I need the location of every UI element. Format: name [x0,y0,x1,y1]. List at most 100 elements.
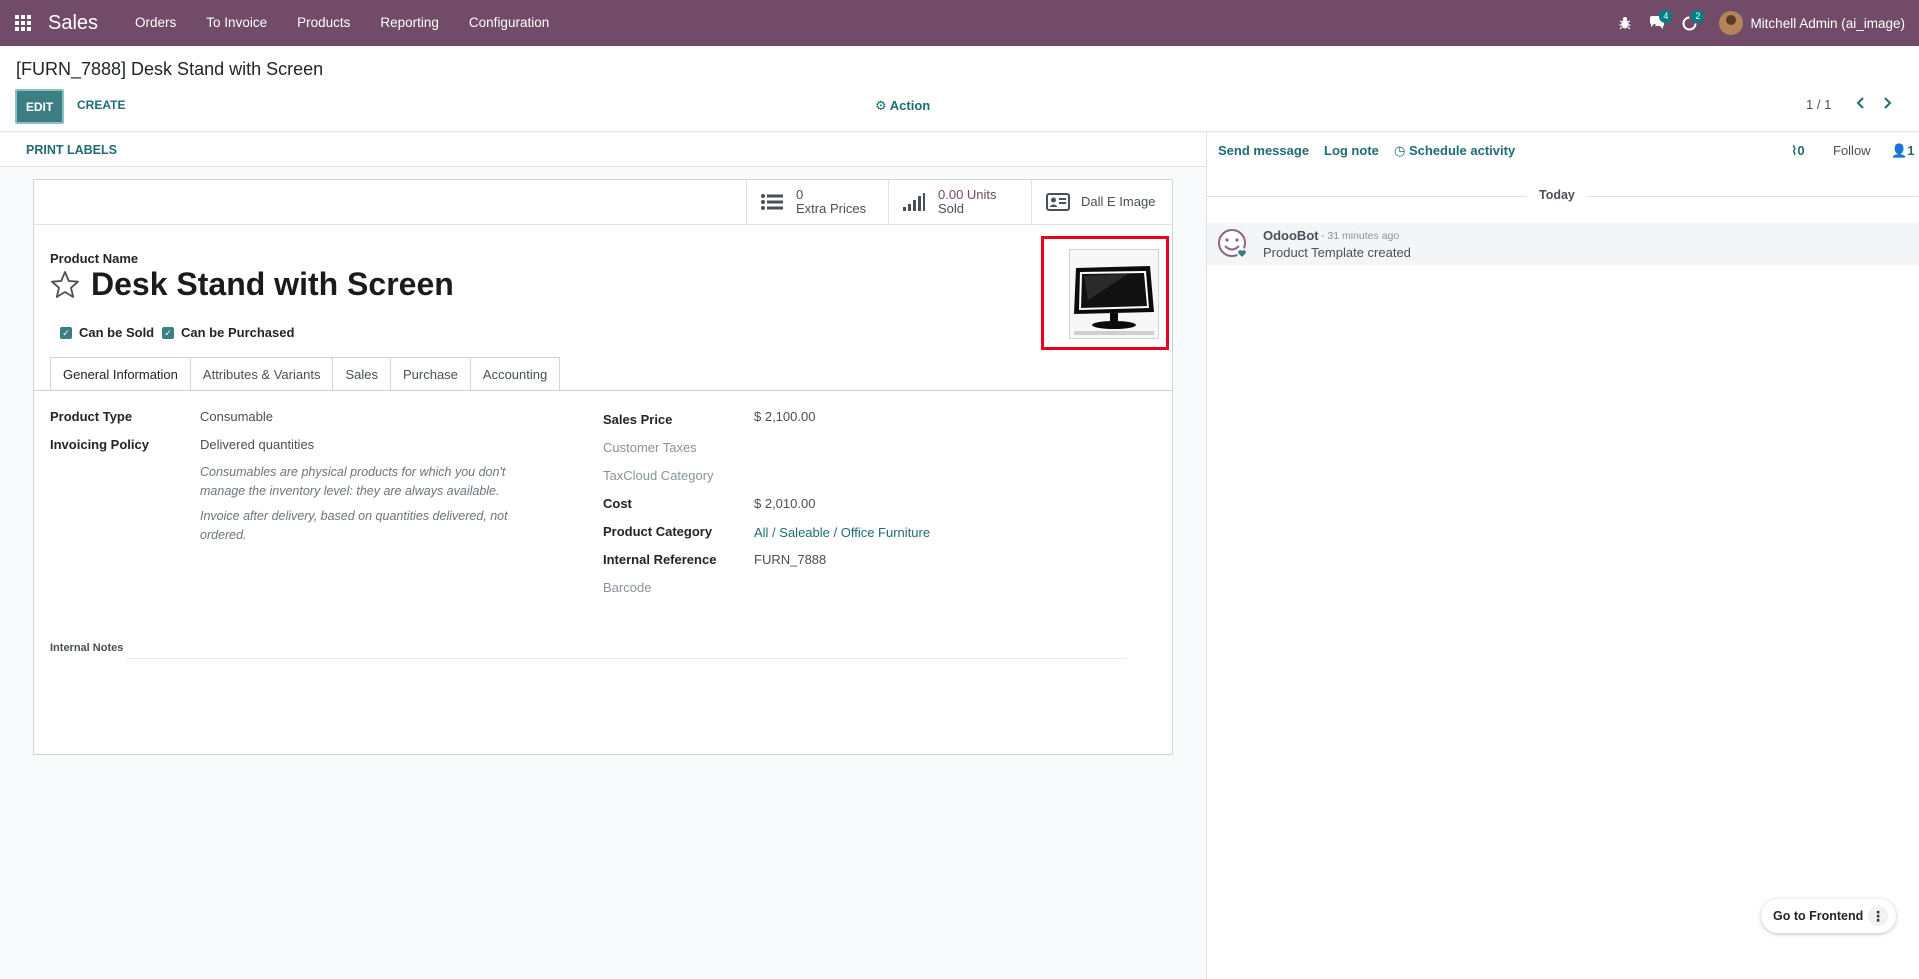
message-body: Product Template created [1263,245,1411,260]
pager-value[interactable]: 1 / 1 [1806,97,1831,112]
extra-prices-button[interactable]: 0 Extra Prices [746,180,888,224]
print-labels-button[interactable]: PRINT LABELS [26,143,117,157]
can-be-purchased-label: Can be Purchased [181,325,295,340]
can-be-sold-checkbox[interactable]: ✓ Can be Sold [60,325,154,340]
app-name[interactable]: Sales [48,12,98,35]
gear-icon: ⚙ [875,98,887,113]
dalle-image-button[interactable]: Dall E Image [1031,180,1172,224]
product-type-help: Consumables are physical products for wh… [200,465,506,498]
menu-orders[interactable]: Orders [120,0,191,46]
messages-icon[interactable]: 4 [1641,0,1673,46]
apps-menu-icon[interactable] [0,0,46,46]
tab-purchase[interactable]: Purchase [390,357,471,391]
internal-notes-label: Internal Notes [50,642,124,654]
attachments-button[interactable]: ⌇0 [1791,143,1805,159]
product-image-highlight [1041,236,1169,350]
units-sold-button[interactable]: 0.00 Units Sold [888,180,1031,224]
top-navbar: Sales Orders To Invoice Products Reporti… [0,0,1919,46]
go-to-frontend-widget: Go to Frontend ⋮ [1761,899,1896,933]
attachments-count: 0 [1797,143,1805,158]
invoicing-policy-field[interactable]: Delivered quantities [200,437,314,452]
customer-taxes-label: Customer Taxes [603,440,697,455]
taxcloud-category-label: TaxCloud Category [603,468,714,483]
avatar [1719,11,1744,35]
schedule-activity-button[interactable]: ◷ Schedule activity [1394,143,1515,159]
product-category-label: Product Category [603,524,713,539]
menu-products[interactable]: Products [282,0,365,46]
today-label: Today [1527,188,1587,202]
tab-attributes-variants[interactable]: Attributes & Variants [190,357,334,391]
signal-bars-icon [903,193,929,211]
action-label: Action [889,98,931,113]
button-box: 0 Extra Prices 0.00 Units Sold Dall E Im… [34,180,1172,225]
internal-reference-label: Internal Reference [603,552,717,567]
check-icon: ✓ [162,326,174,339]
star-icon[interactable] [50,270,80,300]
extra-prices-value: 0 [796,187,804,202]
log-note-button[interactable]: Log note [1324,143,1379,158]
schedule-activity-label: Schedule activity [1408,143,1516,158]
product-name-input[interactable]: Desk Stand with Screen [91,266,454,303]
person-icon: 👤 [1891,143,1908,158]
menu-to-invoice[interactable]: To Invoice [191,0,282,46]
followers-button[interactable]: 👤1 [1891,143,1914,159]
messages-badge: 4 [1659,10,1673,23]
tab-accounting[interactable]: Accounting [470,357,561,391]
activities-icon[interactable]: 2 [1673,0,1705,46]
barcode-label: Barcode [603,580,652,595]
sales-price-field[interactable]: $ 2,100.00 [754,409,815,424]
tab-sales[interactable]: Sales [333,357,391,391]
product-type-field[interactable]: Consumable [200,409,273,424]
list-icon [761,193,787,211]
product-name-label: Product Name [50,251,139,266]
invoicing-policy-help: Invoice after delivery, based on quantit… [200,509,508,542]
breadcrumb: [FURN_7888] Desk Stand with Screen [16,59,324,79]
message-author[interactable]: OdooBot [1263,228,1319,243]
product-image[interactable] [1069,249,1159,339]
systray: 4 2 Mitchell Admin (ai_image) [1609,0,1919,46]
units-sold-label: Sold [938,201,965,216]
control-panel: [FURN_7888] Desk Stand with Screen EDIT … [0,46,1919,132]
edit-button[interactable]: EDIT [15,89,64,124]
message-time: - 31 minutes ago [1321,230,1400,242]
chevron-right-icon[interactable] [1883,96,1893,115]
id-card-icon [1046,193,1072,211]
odoobot-avatar [1216,227,1250,261]
main-menu: Orders To Invoice Products Reporting Con… [120,0,564,46]
product-category-field[interactable]: All / Saleable / Office Furniture [754,525,930,540]
message-item: OdooBot - 31 minutes ago Product Templat… [1207,223,1919,265]
user-menu[interactable]: Mitchell Admin (ai_image) [1719,11,1905,35]
create-button[interactable]: CREATE [77,98,125,112]
send-message-button[interactable]: Send message [1218,143,1309,158]
chevron-left-icon[interactable] [1855,96,1865,115]
cost-field[interactable]: $ 2,010.00 [754,496,815,511]
internal-notes-field[interactable] [126,658,1126,659]
invoicing-policy-label: Invoicing Policy [50,437,149,452]
followers-count: 1 [1907,143,1915,158]
activities-badge: 2 [1691,10,1705,23]
extra-prices-label: Extra Prices [796,201,867,216]
cost-label: Cost [603,496,632,511]
form-sheet: 0 Extra Prices 0.00 Units Sold Dall E Im… [33,179,1173,755]
debug-icon[interactable] [1609,0,1641,46]
tab-divider [34,390,1172,391]
clock-icon: ◷ [1394,143,1406,158]
product-type-label: Product Type [50,409,133,424]
check-icon: ✓ [60,326,72,339]
follow-button[interactable]: Follow [1833,143,1871,158]
internal-reference-field[interactable]: FURN_7888 [754,552,826,567]
dalle-image-label: Dall E Image [1081,194,1156,209]
form-statusbar: PRINT LABELS [0,133,1206,167]
kebab-menu-icon[interactable]: ⋮ [1868,906,1888,926]
menu-reporting[interactable]: Reporting [365,0,454,46]
monitor-icon [1070,250,1158,338]
can-be-purchased-checkbox[interactable]: ✓ Can be Purchased [162,325,294,340]
units-sold-value: 0.00 Units [938,187,997,202]
menu-configuration[interactable]: Configuration [454,0,564,46]
can-be-sold-label: Can be Sold [79,325,155,340]
chatter: Send message Log note ◷ Schedule activit… [1206,133,1919,979]
go-to-frontend-button[interactable]: Go to Frontend [1773,909,1863,923]
action-menu[interactable]: ⚙ Action [875,98,930,114]
tab-general-information[interactable]: General Information [50,357,191,391]
sales-price-label: Sales Price [603,412,673,427]
